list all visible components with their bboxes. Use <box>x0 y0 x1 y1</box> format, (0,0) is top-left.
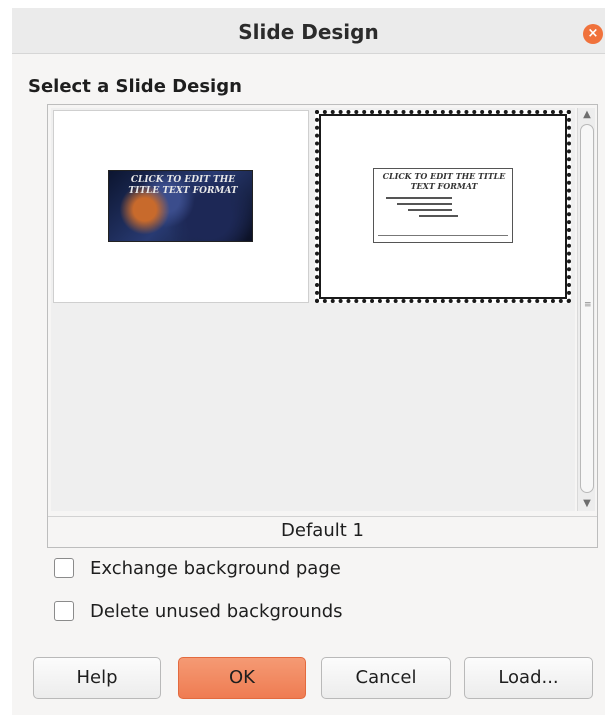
select-design-heading: Select a Slide Design <box>28 76 242 97</box>
preview-footer <box>378 235 508 238</box>
load-button[interactable]: Load... <box>464 657 593 699</box>
close-button[interactable]: × <box>583 24 603 44</box>
dialog-title: Slide Design <box>238 20 379 44</box>
help-button[interactable]: Help <box>33 657 161 699</box>
title-bar: Slide Design × <box>12 8 605 54</box>
ok-button[interactable]: OK <box>178 657 306 699</box>
slide-design-dialog: Slide Design × Select a Slide Design CLI… <box>12 8 605 715</box>
preview-outline-lines <box>386 197 496 221</box>
preview-title-text: CLICK TO EDIT THE TITLE TEXT FORMAT <box>128 175 238 196</box>
delete-unused-checkbox[interactable] <box>54 601 74 621</box>
design-gallery: CLICK TO EDIT THE TITLE TEXT FORMAT CLIC… <box>47 104 598 548</box>
selected-design-name: Default 1 <box>48 516 597 547</box>
exchange-background-label: Exchange background page <box>90 557 341 579</box>
design-preview-light: CLICK TO EDIT THE TITLE TEXT FORMAT <box>373 168 513 243</box>
preview-title-text: CLICK TO EDIT THE TITLE TEXT FORMAT <box>382 171 506 191</box>
gallery-view: CLICK TO EDIT THE TITLE TEXT FORMAT CLIC… <box>51 108 575 511</box>
scroll-down-icon[interactable]: ▼ <box>580 497 594 511</box>
delete-unused-label: Delete unused backgrounds <box>90 600 343 622</box>
scroll-thumb[interactable]: ≡ <box>580 124 594 493</box>
grip-icon: ≡ <box>584 300 592 310</box>
exchange-background-option[interactable]: Exchange background page <box>54 556 341 580</box>
design-thumbnail-2[interactable]: CLICK TO EDIT THE TITLE TEXT FORMAT <box>315 110 571 303</box>
gallery-scrollbar[interactable]: ▲ ≡ ▼ <box>577 108 595 511</box>
delete-unused-option[interactable]: Delete unused backgrounds <box>54 599 343 623</box>
design-preview-dark: CLICK TO EDIT THE TITLE TEXT FORMAT <box>108 170 253 242</box>
scroll-up-icon[interactable]: ▲ <box>580 108 594 122</box>
exchange-background-checkbox[interactable] <box>54 558 74 578</box>
design-thumbnail-1[interactable]: CLICK TO EDIT THE TITLE TEXT FORMAT <box>53 110 309 303</box>
cancel-button[interactable]: Cancel <box>321 657 451 699</box>
